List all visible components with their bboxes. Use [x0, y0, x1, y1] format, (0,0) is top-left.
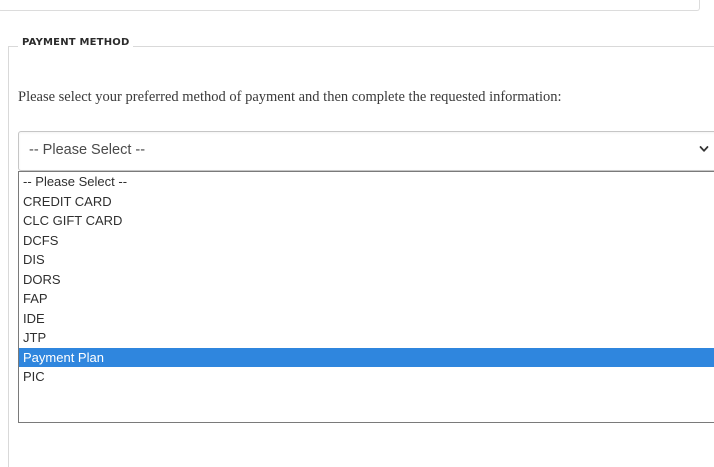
option-credit-card[interactable]: CREDIT CARD	[19, 192, 714, 212]
option-dis[interactable]: DIS	[19, 250, 714, 270]
option-please-select[interactable]: -- Please Select --	[19, 172, 714, 192]
option-jtp[interactable]: JTP	[19, 328, 714, 348]
option-ide[interactable]: IDE	[19, 309, 714, 329]
payment-instructions: Please select your preferred method of p…	[18, 89, 562, 105]
payment-method-legend: PAYMENT METHOD	[18, 37, 134, 48]
option-pic[interactable]: PIC	[19, 367, 714, 387]
option-dors[interactable]: DORS	[19, 270, 714, 290]
option-fap[interactable]: FAP	[19, 289, 714, 309]
option-payment-plan[interactable]: Payment Plan	[19, 347, 714, 367]
option-dcfs[interactable]: DCFS	[19, 231, 714, 251]
option-clc-gift-card[interactable]: CLC GIFT CARD	[19, 211, 714, 231]
payment-method-select[interactable]: -- Please Select --	[18, 131, 714, 171]
payment-method-dropdown-list[interactable]: -- Please Select -- CREDIT CARD CLC GIFT…	[18, 171, 714, 423]
chevron-down-icon	[699, 146, 709, 152]
previous-section-box	[0, 0, 700, 11]
selected-value: -- Please Select --	[29, 142, 146, 158]
